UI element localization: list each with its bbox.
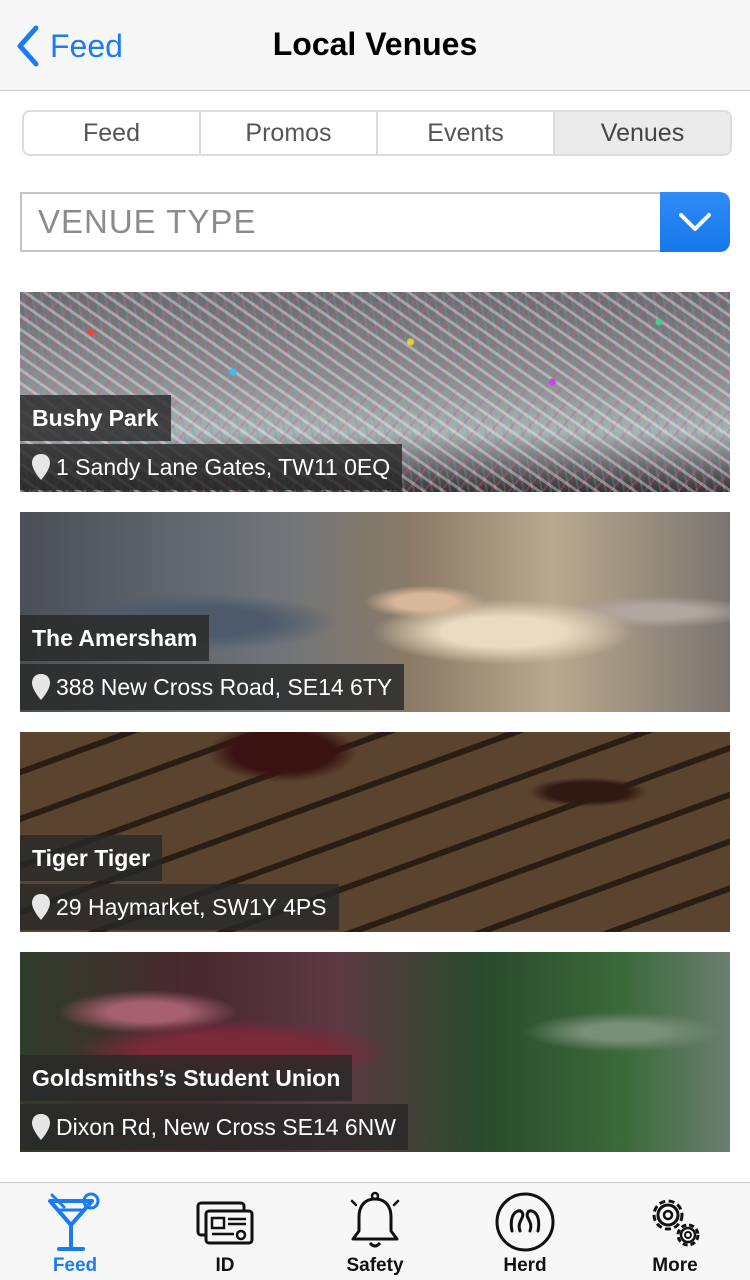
tab-safety[interactable]: Safety <box>300 1183 450 1280</box>
gear-icon <box>652 1199 700 1247</box>
location-pin-icon <box>32 454 50 480</box>
tab-id[interactable]: ID <box>150 1183 300 1280</box>
segment-events[interactable]: Events <box>378 112 555 154</box>
venue-card[interactable]: Tiger Tiger 29 Haymarket, SW1Y 4PS <box>20 732 730 932</box>
venue-type-dropdown[interactable]: VENUE TYPE <box>20 192 730 252</box>
venue-card[interactable]: The Amersham 388 New Cross Road, SE14 6T… <box>20 512 730 712</box>
venue-address-text: Dixon Rd, New Cross SE14 6NW <box>56 1113 396 1140</box>
tab-label: Safety <box>346 1255 404 1276</box>
page-title: Local Venues <box>272 26 478 62</box>
tab-label: ID <box>215 1255 235 1276</box>
venue-card[interactable]: Goldsmiths’s Student Union Dixon Rd, New… <box>20 952 730 1152</box>
herd-icon <box>495 1192 555 1252</box>
location-pin-icon <box>32 674 50 700</box>
venue-name: Tiger Tiger <box>20 835 163 881</box>
tab-label: Herd <box>503 1255 547 1276</box>
segmented-control: Feed Promos Events Venues <box>22 110 732 156</box>
venue-address-text: 29 Haymarket, SW1Y 4PS <box>56 893 327 920</box>
segment-venues[interactable]: Venues <box>555 112 730 154</box>
venue-address: 1 Sandy Lane Gates, TW11 0EQ <box>20 444 403 490</box>
location-pin-icon <box>32 894 50 920</box>
cocktail-icon <box>48 1192 100 1251</box>
segment-promos[interactable]: Promos <box>201 112 378 154</box>
venue-name: Bushy Park <box>20 395 171 441</box>
venue-card[interactable]: Bushy Park 1 Sandy Lane Gates, TW11 0EQ <box>20 292 730 492</box>
venue-name: Goldsmiths’s Student Union <box>20 1055 353 1101</box>
tab-bar: Feed ID Safety Herd More <box>0 1182 750 1280</box>
venue-address-text: 388 New Cross Road, SE14 6TY <box>56 673 393 700</box>
navigation-bar: Feed Local Venues <box>0 0 750 91</box>
location-pin-icon <box>32 1114 50 1140</box>
tab-label: More <box>652 1255 698 1276</box>
venue-type-field[interactable]: VENUE TYPE <box>20 192 660 252</box>
tab-feed[interactable]: Feed <box>0 1183 150 1280</box>
segment-feed[interactable]: Feed <box>24 112 201 154</box>
venue-address: 29 Haymarket, SW1Y 4PS <box>20 884 339 930</box>
dropdown-toggle-button[interactable] <box>660 192 730 252</box>
venue-address: Dixon Rd, New Cross SE14 6NW <box>20 1104 408 1150</box>
venue-address-text: 1 Sandy Lane Gates, TW11 0EQ <box>56 453 391 480</box>
tab-label: Feed <box>52 1255 98 1276</box>
tab-herd[interactable]: Herd <box>450 1183 600 1280</box>
venue-address: 388 New Cross Road, SE14 6TY <box>20 664 405 710</box>
bell-icon <box>350 1191 400 1248</box>
id-card-icon <box>196 1201 254 1245</box>
chevron-down-icon <box>679 213 711 231</box>
venue-name: The Amersham <box>20 615 210 661</box>
tab-more[interactable]: More <box>600 1183 750 1280</box>
